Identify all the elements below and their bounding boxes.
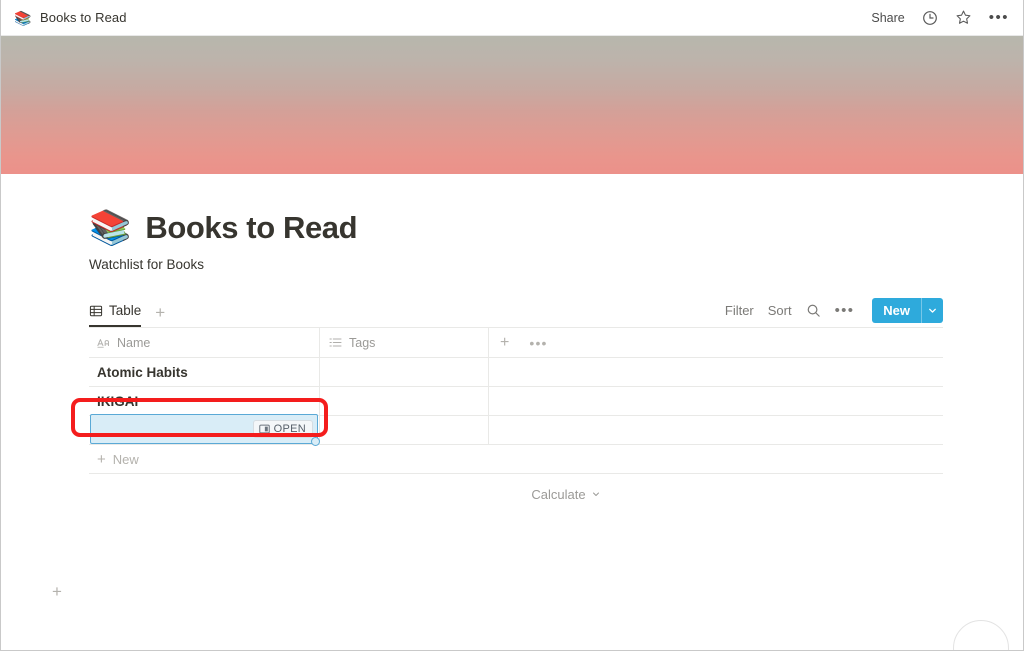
page-inner: 📚 Books to Read Watchlist for Books Tabl… xyxy=(1,174,1023,502)
cell-spacer xyxy=(489,358,943,386)
chevron-down-icon xyxy=(591,487,601,502)
cell-tags[interactable] xyxy=(320,416,489,444)
app-titlebar: 📚 Books to Read Share ••• xyxy=(1,0,1023,36)
tab-table[interactable]: Table xyxy=(89,303,142,327)
more-horizontal-icon[interactable]: ••• xyxy=(989,10,1009,25)
database-more-icon[interactable]: ••• xyxy=(835,303,855,318)
titlebar-left-group: 📚 Books to Read xyxy=(14,9,127,26)
cell-name[interactable]: Atomic Habits xyxy=(89,358,320,386)
cell-spacer xyxy=(489,387,943,415)
new-row-button[interactable]: + New xyxy=(89,445,943,473)
column-header-tags[interactable]: Tags xyxy=(320,328,489,357)
books-icon: 📚 xyxy=(14,9,32,26)
new-record-label: New xyxy=(883,303,910,318)
cell-name-editing-wrap: OPEN xyxy=(89,414,320,446)
table-icon xyxy=(89,304,103,318)
table-row-editing[interactable]: OPEN xyxy=(89,414,943,446)
plus-icon: + xyxy=(97,450,106,468)
column-header-actions: + ••• xyxy=(489,328,943,357)
open-record-button[interactable]: OPEN xyxy=(252,420,313,438)
database-toolbar: Filter Sort ••• New xyxy=(725,298,943,327)
column-header-tags-label: Tags xyxy=(349,335,376,350)
open-record-label: OPEN xyxy=(273,423,306,435)
add-column-button[interactable]: + xyxy=(500,334,509,350)
add-view-button[interactable]: + xyxy=(155,304,165,327)
cell-name[interactable]: IKIGAI xyxy=(89,387,320,415)
text-aa-icon xyxy=(97,337,111,348)
calculate-label: Calculate xyxy=(531,487,586,502)
new-row-label: New xyxy=(112,451,139,467)
table-new-row[interactable]: + New xyxy=(89,445,943,474)
table-row[interactable]: Atomic Habits xyxy=(89,358,943,387)
page-title[interactable]: Books to Read xyxy=(145,210,357,246)
page-subtitle[interactable]: Watchlist for Books xyxy=(89,257,1023,272)
filter-button[interactable]: Filter xyxy=(725,303,754,318)
table-footer: Calculate xyxy=(89,474,943,502)
browser-window: 📚 Books to Read Share ••• 📚 Books to Rea… xyxy=(0,0,1024,651)
column-header-name[interactable]: Name xyxy=(89,328,320,357)
search-icon[interactable] xyxy=(806,303,821,318)
column-header-name-label: Name xyxy=(117,335,151,350)
open-panel-icon xyxy=(258,424,270,434)
calculate-button[interactable]: Calculate xyxy=(531,487,600,502)
cell-tags[interactable] xyxy=(320,387,489,415)
table-header-row: Name Tags + ••• xyxy=(89,328,943,358)
cell-name-editing[interactable]: OPEN xyxy=(90,414,320,446)
cell-drag-handle[interactable] xyxy=(311,437,320,446)
books-icon[interactable]: 📚 xyxy=(89,211,131,245)
page-content: 📚 Books to Read Watchlist for Books Tabl… xyxy=(1,174,1023,650)
new-record-button[interactable]: New xyxy=(872,298,943,323)
titlebar-right-group: Share ••• xyxy=(871,9,1009,27)
window-title: Books to Read xyxy=(40,10,127,25)
tab-table-label: Table xyxy=(109,303,142,318)
cell-name-value: Atomic Habits xyxy=(97,364,188,380)
page-title-row: 📚 Books to Read xyxy=(89,210,1023,246)
database-table: Name Tags + ••• Atomic Habits IKIGAI OPE… xyxy=(89,327,943,474)
add-row-gutter-button[interactable]: + xyxy=(52,583,62,600)
star-icon[interactable] xyxy=(955,9,973,27)
corner-decoration xyxy=(953,620,1009,650)
cell-tags[interactable] xyxy=(320,358,489,386)
page-cover-image xyxy=(1,36,1023,174)
table-row[interactable]: IKIGAI xyxy=(89,387,943,416)
column-options-icon[interactable]: ••• xyxy=(529,336,547,350)
multi-select-icon xyxy=(329,337,342,348)
clock-icon[interactable] xyxy=(921,9,939,27)
cell-name-value: IKIGAI xyxy=(97,393,139,409)
database-view-bar: Table + Filter Sort ••• New xyxy=(89,296,943,327)
sort-button[interactable]: Sort xyxy=(768,303,792,318)
cell-spacer xyxy=(489,416,943,444)
chevron-down-icon[interactable] xyxy=(921,298,943,323)
share-button[interactable]: Share xyxy=(871,11,904,25)
